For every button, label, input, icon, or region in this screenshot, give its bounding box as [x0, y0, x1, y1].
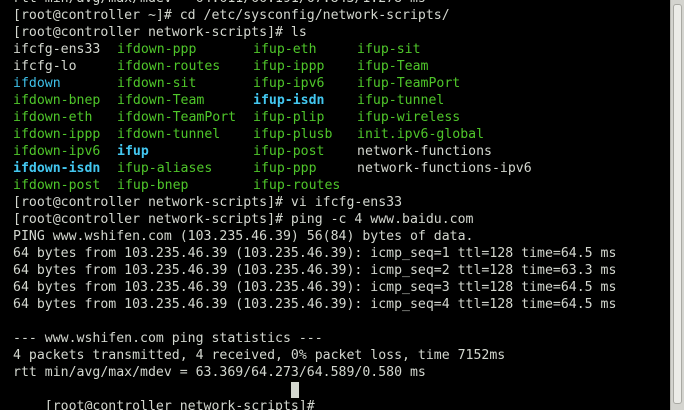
file-entry: ifdown-ipv6 [13, 144, 101, 159]
file-entry: ifdown-Team [117, 93, 205, 108]
command-prompt[interactable]: [root@controller network-scripts]# [13, 381, 323, 410]
terminal-window[interactable]: rtt min/avg/max/mdev = 64.611/66.191/67.… [0, 0, 670, 410]
output-line: rtt min/avg/max/mdev = 64.611/66.191/67.… [13, 0, 426, 7]
file-entry: ifup-Team [357, 59, 429, 74]
file-entry: ifdown-post [13, 178, 101, 193]
prompt-text: [root@controller network-scripts]# [44, 399, 323, 410]
file-entry: ifdown-isdn [13, 161, 101, 176]
file-entry: ifup-TeamPort [357, 76, 461, 91]
output-line: [root@controller ~]# cd /etc/sysconfig/n… [13, 8, 450, 23]
file-entry: ifdown-eth [13, 110, 93, 125]
vertical-scrollbar[interactable] [670, 0, 684, 410]
scrollbar-thumb[interactable] [673, 4, 682, 404]
file-entry: ifdown-bnep [13, 93, 101, 108]
file-entry: ifup-ipv6 [253, 76, 325, 91]
file-entry: ifup-ippp [253, 59, 325, 74]
output-line: PING www.wshifen.com (103.235.46.39) 56(… [13, 229, 474, 244]
file-entry: init.ipv6-global [357, 127, 485, 142]
file-entry: ifdown-TeamPort [117, 110, 237, 125]
ls-output-grid: ifcfg-ens33 ifcfg-lo ifdown ifdown-bnep ifdo… [13, 41, 663, 194]
file-entry: ifdown-tunnel [117, 127, 221, 142]
output-line: [root@controller network-scripts]# ls [13, 25, 307, 40]
file-entry: network-functions-ipv6 [357, 161, 532, 176]
file-entry: ifup-routes [253, 178, 341, 193]
output-line: rtt min/avg/max/mdev = 63.369/64.273/64.… [13, 365, 426, 380]
file-entry: ifup-wireless [357, 110, 461, 125]
file-entry: ifdown [13, 76, 61, 91]
file-entry: ifup-ppp [253, 161, 317, 176]
file-entry: ifcfg-lo [13, 59, 77, 74]
file-entry: ifup-eth [253, 42, 317, 57]
output-line: 64 bytes from 103.235.46.39 (103.235.46.… [13, 297, 617, 312]
file-entry: ifup-plusb [253, 127, 333, 142]
file-entry: ifup-tunnel [357, 93, 445, 108]
file-entry: ifdown-ppp [117, 42, 197, 57]
output-line: 4 packets transmitted, 4 received, 0% pa… [13, 348, 506, 363]
file-entry: ifdown-sit [117, 76, 197, 91]
file-entry: network-functions [357, 144, 492, 159]
file-entry: ifup-sit [357, 42, 421, 57]
file-entry: ifup [117, 144, 149, 159]
output-line: 64 bytes from 103.235.46.39 (103.235.46.… [13, 280, 617, 295]
file-entry: ifup-aliases [117, 161, 213, 176]
output-line: [root@controller network-scripts]# ping … [13, 212, 474, 227]
output-line: 64 bytes from 103.235.46.39 (103.235.46.… [13, 263, 617, 278]
file-entry: ifup-plip [253, 110, 325, 125]
output-line: 64 bytes from 103.235.46.39 (103.235.46.… [13, 246, 617, 261]
output-line: --- www.wshifen.com ping statistics --- [13, 331, 323, 346]
file-entry: ifup-bnep [117, 178, 189, 193]
file-entry: ifup-isdn [253, 93, 325, 108]
file-entry: ifup-post [253, 144, 325, 159]
file-entry: ifdown-ippp [13, 127, 101, 142]
file-entry: ifdown-routes [117, 59, 221, 74]
output-line: [root@controller network-scripts]# vi if… [13, 195, 403, 210]
text-cursor [290, 382, 299, 398]
file-entry: ifcfg-ens33 [13, 42, 101, 57]
